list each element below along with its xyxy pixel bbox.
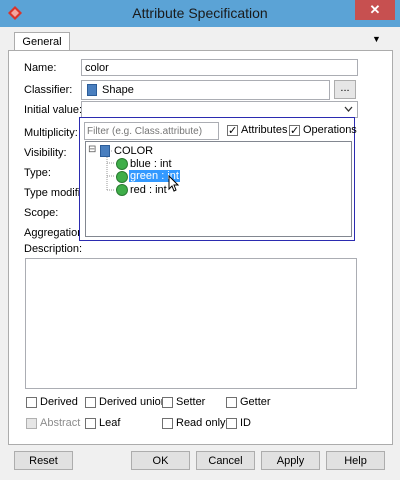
collapse-icon[interactable]: ⊟	[88, 144, 96, 155]
ok-button[interactable]: OK	[131, 451, 190, 470]
cancel-button[interactable]: Cancel	[196, 451, 255, 470]
name-input[interactable]: color	[81, 59, 358, 76]
initial-value-label: Initial value:	[24, 104, 83, 116]
attributes-label: Attributes	[241, 124, 288, 136]
derived-union-label: Derived union	[99, 396, 167, 408]
tree-root-label[interactable]: COLOR	[114, 145, 153, 157]
leaf-label: Leaf	[99, 417, 121, 429]
attribute-icon	[116, 158, 128, 170]
id-checkbox[interactable]	[226, 418, 237, 429]
visibility-label: Visibility:	[24, 147, 67, 159]
derived-label: Derived	[40, 396, 78, 408]
aggregation-label: Aggregation:	[24, 227, 87, 239]
derived-union-checkbox[interactable]	[85, 397, 96, 408]
tab-general[interactable]: General	[14, 32, 70, 51]
getter-checkbox[interactable]	[226, 397, 237, 408]
description-textarea[interactable]	[25, 258, 357, 389]
enum-class-icon	[100, 145, 110, 157]
classifier-field[interactable]: Shape	[81, 80, 330, 100]
derived-checkbox[interactable]	[26, 397, 37, 408]
attribute-icon	[116, 171, 128, 183]
operations-label: Operations	[303, 124, 357, 136]
window-title: Attribute Specification	[132, 5, 268, 21]
operations-checkbox[interactable]: ✓	[289, 125, 300, 137]
help-button[interactable]: Help	[326, 451, 385, 470]
id-label: ID	[240, 417, 251, 429]
tree-item-blue[interactable]: blue : int	[130, 158, 172, 170]
initial-value-combo[interactable]	[81, 101, 358, 118]
abstract-label: Abstract	[40, 417, 81, 429]
tab-menu-arrow-icon[interactable]: ▼	[372, 34, 381, 44]
setter-label: Setter	[176, 396, 206, 408]
close-button[interactable]: ✕	[355, 0, 395, 20]
classifier-browse-button[interactable]: ...	[334, 80, 356, 99]
name-label: Name:	[24, 62, 57, 74]
read-only-label: Read only	[176, 417, 226, 429]
multiplicity-label: Multiplicity:	[24, 127, 78, 139]
getter-label: Getter	[240, 396, 271, 408]
mouse-cursor-icon	[168, 175, 180, 192]
type-label: Type:	[24, 167, 51, 179]
attribute-icon	[116, 184, 128, 196]
classifier-value: Shape	[102, 84, 134, 96]
setter-checkbox[interactable]	[162, 397, 173, 408]
class-icon	[87, 84, 97, 96]
abstract-checkbox	[26, 418, 37, 429]
classifier-label: Classifier:	[24, 84, 73, 96]
reset-button[interactable]: Reset	[14, 451, 73, 470]
leaf-checkbox[interactable]	[85, 418, 96, 429]
attributes-checkbox[interactable]: ✓	[227, 125, 238, 137]
filter-input[interactable]	[84, 122, 219, 140]
apply-button[interactable]: Apply	[261, 451, 320, 470]
scope-label: Scope:	[24, 207, 59, 219]
read-only-checkbox[interactable]	[162, 418, 173, 429]
description-label: Description:	[24, 243, 83, 255]
tree-item-red[interactable]: red : int	[130, 184, 167, 196]
